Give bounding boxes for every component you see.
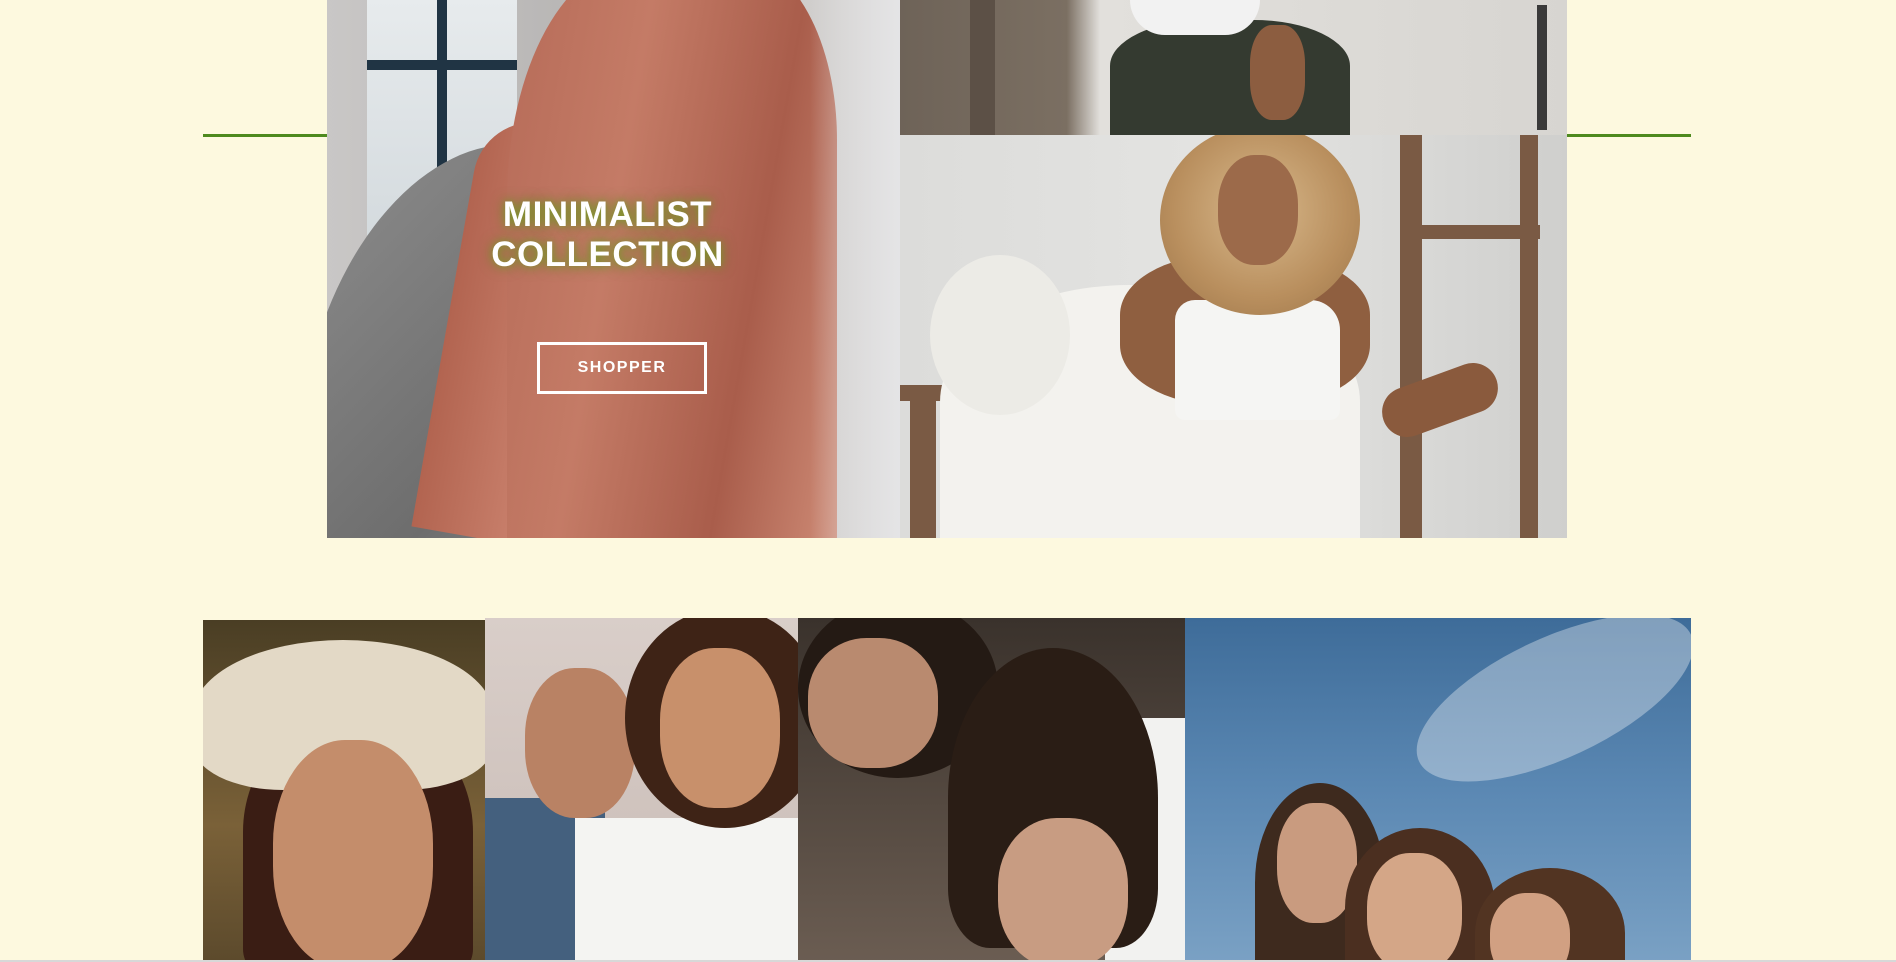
shopper-button[interactable]: SHOPPER bbox=[537, 342, 707, 394]
gallery-image[interactable] bbox=[1185, 618, 1691, 962]
headline-line-2: COLLECTION bbox=[491, 235, 724, 274]
headline-line-1: MINIMALIST bbox=[502, 195, 713, 234]
hero-top-right-image bbox=[900, 0, 1567, 135]
accent-divider-right bbox=[1566, 134, 1691, 137]
hero-bottom-right-image bbox=[900, 135, 1567, 538]
image-edge-shade bbox=[810, 0, 900, 538]
collection-headline: MINIMALIST COLLECTION bbox=[480, 195, 735, 275]
photo-gallery bbox=[203, 618, 1691, 962]
gallery-image[interactable] bbox=[798, 618, 1185, 962]
gallery-image[interactable] bbox=[485, 618, 798, 962]
page: MINIMALIST COLLECTION SHOPPER bbox=[0, 0, 1896, 962]
accent-divider-left bbox=[203, 134, 327, 137]
gallery-image[interactable] bbox=[203, 620, 485, 962]
